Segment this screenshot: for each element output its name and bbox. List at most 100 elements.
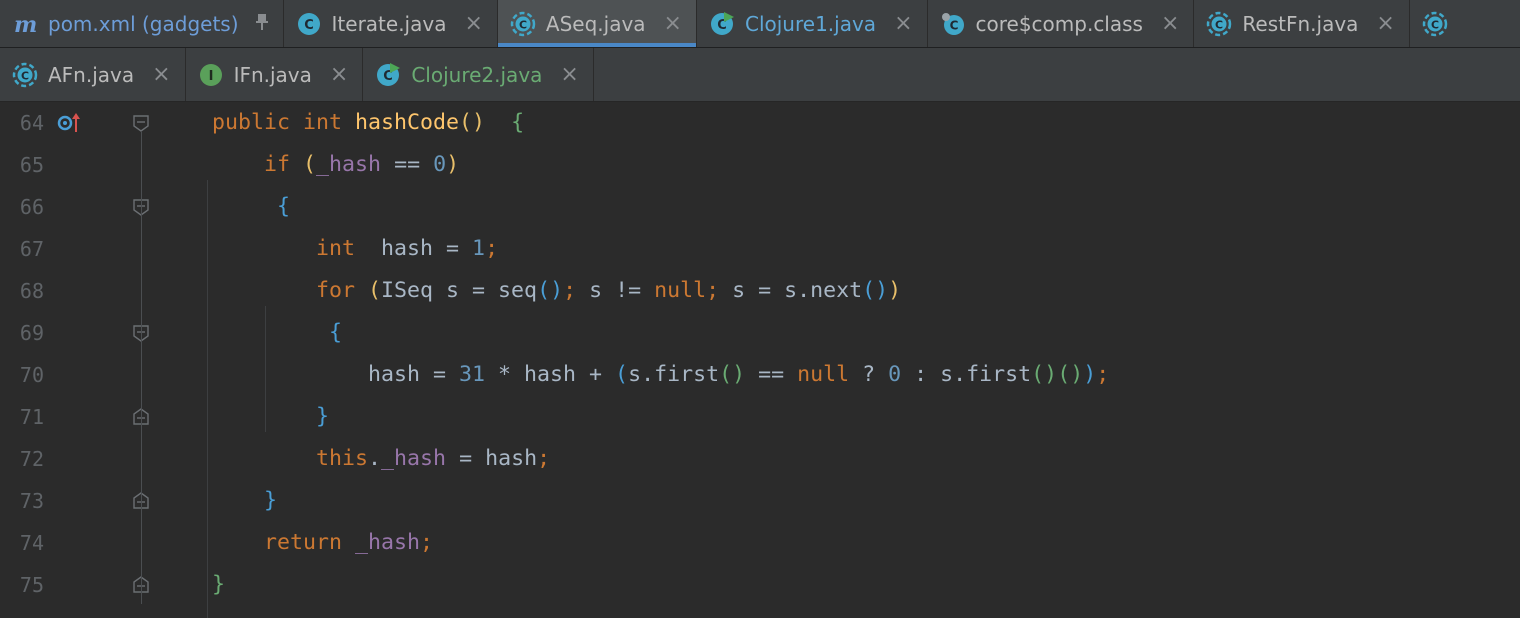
maven-m-icon: m (12, 11, 38, 37)
runnable-class-icon: C (375, 62, 401, 88)
code-token: 31 (459, 362, 486, 387)
tab-ifn-java[interactable]: I IFn.java × (186, 48, 364, 101)
code-token: { (277, 194, 291, 219)
code-editor[interactable]: 64 public int hashCode() {65 if (_hash ==… (0, 102, 1520, 618)
fold-guide-line (141, 132, 142, 604)
code-token: null (654, 278, 707, 303)
code-token: ( (368, 278, 382, 303)
code-text[interactable]: this._hash = hash; (212, 438, 550, 480)
abstract-class-icon: C (1422, 11, 1448, 37)
code-token: ; (1096, 362, 1110, 387)
editor-tabs-row-1: m pom.xml (gadgets) C Iterate.java × C ASeq.ja… (0, 0, 1520, 48)
code-text[interactable]: } (212, 480, 277, 522)
tab-aseq-java[interactable]: C ASeq.java × (497, 0, 697, 47)
code-line: 67 int hash = 1; (0, 228, 1520, 270)
svg-text:C: C (1215, 18, 1223, 31)
code-token: ) (1083, 362, 1097, 387)
code-token: { (329, 320, 343, 345)
tab-overflow-partial[interactable]: C (1410, 0, 1448, 47)
code-token: ; (563, 278, 590, 303)
code-token: ; (485, 236, 499, 261)
code-token: () (1031, 362, 1058, 387)
code-text[interactable]: public int hashCode() { (212, 102, 524, 144)
code-text[interactable]: return _hash; (212, 522, 433, 564)
tab-label: IFn.java (233, 62, 312, 87)
code-token: _hash (355, 530, 421, 555)
code-token: 0 (433, 152, 447, 177)
svg-text:C: C (949, 18, 958, 32)
close-icon[interactable]: × (330, 63, 348, 86)
code-token: == (745, 362, 798, 387)
code-token: s != (589, 278, 655, 303)
code-token: 0 (888, 362, 902, 387)
svg-text:m: m (14, 12, 37, 37)
code-token: ( (303, 152, 317, 177)
svg-text:C: C (1431, 18, 1439, 31)
line-number: 72 (19, 447, 44, 471)
code-token: : s.first (901, 362, 1032, 387)
code-token: } (264, 488, 278, 513)
tab-label: Iterate.java (331, 11, 447, 36)
compiled-class-icon: C (940, 11, 966, 37)
code-token: () (1057, 362, 1084, 387)
code-token: s.first (628, 362, 720, 387)
close-icon[interactable]: × (464, 12, 482, 35)
code-token: } (212, 572, 226, 597)
tab-clojure1-java[interactable]: C Clojure1.java × (697, 0, 928, 47)
close-icon[interactable]: × (152, 63, 170, 86)
abstract-class-icon: C (1206, 11, 1232, 37)
tab-clojure2-java[interactable]: C Clojure2.java × (363, 48, 594, 101)
code-token: } (316, 404, 330, 429)
code-token: this (316, 446, 369, 471)
code-token: ) (446, 152, 460, 177)
tab-core-comp-class[interactable]: Ccore$comp.class × (928, 0, 1195, 47)
code-text[interactable]: for (ISeq s = seq(); s != null; s = s.ne… (212, 270, 901, 312)
code-token: ? (849, 362, 889, 387)
code-token: s = s.next (732, 278, 863, 303)
code-line: 75} (0, 564, 1520, 606)
pin-icon[interactable] (255, 13, 269, 35)
line-number: 71 (19, 405, 44, 429)
code-text[interactable]: { (212, 312, 342, 354)
code-token: hashCode (355, 110, 460, 135)
code-token: () (862, 278, 889, 303)
interface-icon: I (198, 62, 224, 88)
tab-label: AFn.java (48, 62, 135, 87)
code-text[interactable]: int hash = 1; (212, 228, 498, 270)
code-token: () (719, 362, 746, 387)
code-token: () (459, 110, 486, 135)
tab-afn-java[interactable]: C AFn.java × (0, 48, 186, 101)
close-icon[interactable]: × (664, 12, 682, 35)
code-text[interactable]: } (212, 564, 225, 606)
close-icon[interactable]: × (560, 63, 578, 86)
code-text[interactable]: { (212, 186, 290, 228)
code-text[interactable]: if (_hash == 0) (212, 144, 459, 186)
tab-restfn-java[interactable]: C RestFn.java × (1194, 0, 1410, 47)
code-line: 69 { (0, 312, 1520, 354)
abstract-class-icon: C (12, 62, 38, 88)
code-text[interactable]: } (212, 396, 329, 438)
code-token: () (537, 278, 564, 303)
code-token: for (316, 278, 369, 303)
tab-pom-xml-gadgets[interactable]: m pom.xml (gadgets) (0, 0, 284, 47)
tab-iterate-java[interactable]: C Iterate.java × (284, 0, 498, 47)
abstract-class-icon: C (510, 11, 536, 37)
close-icon[interactable]: × (1376, 12, 1394, 35)
code-text[interactable]: hash = 31 * hash + (s.first() == null ? … (212, 354, 1109, 396)
code-token: { (511, 110, 525, 135)
runnable-class-icon: C (709, 11, 735, 37)
close-icon[interactable]: × (894, 12, 912, 35)
tab-label: Clojure2.java (411, 62, 543, 87)
tab-label: RestFn.java (1242, 11, 1359, 36)
line-number: 69 (19, 321, 44, 345)
svg-text:C: C (519, 18, 527, 31)
code-line: 72 this._hash = hash; (0, 438, 1520, 480)
fold-marker-icon[interactable] (132, 114, 150, 132)
close-icon[interactable]: × (1161, 12, 1179, 35)
override-marker-icon[interactable] (56, 111, 82, 135)
